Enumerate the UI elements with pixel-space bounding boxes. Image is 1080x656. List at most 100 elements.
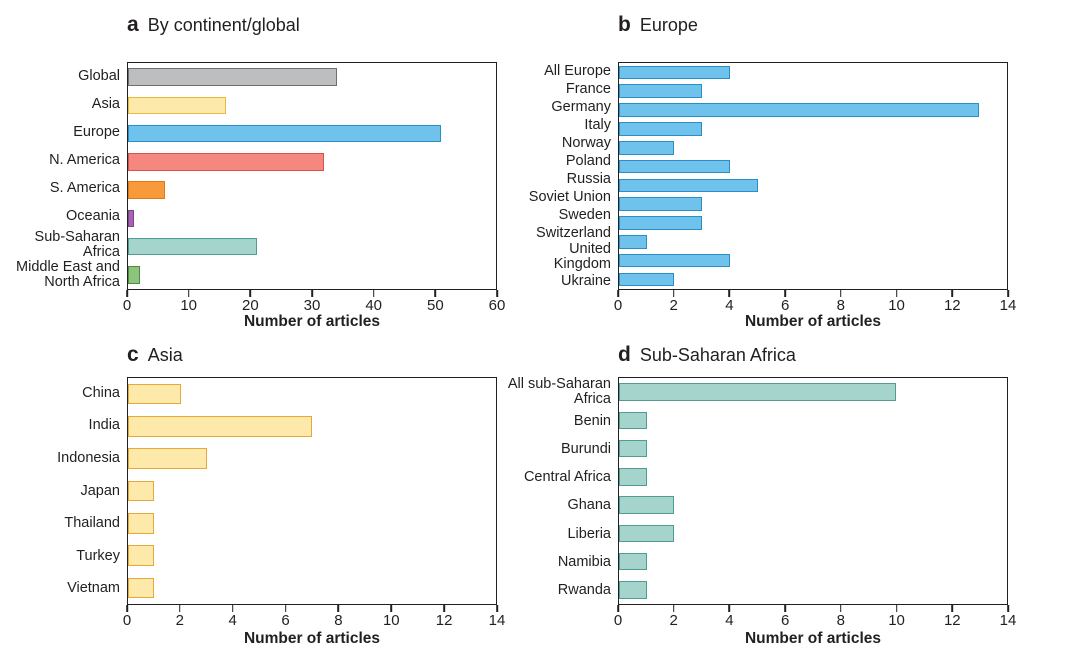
category-label: Namibia — [557, 554, 611, 571]
bar-row — [128, 410, 496, 442]
panel-d-title: Sub-Saharan Africa — [639, 345, 796, 365]
bar-liberia — [619, 524, 675, 543]
x-tick-label: 6 — [780, 297, 790, 314]
bar-row — [128, 572, 496, 604]
bar-ghana — [619, 496, 675, 514]
x-tick — [1007, 605, 1009, 612]
x-tick — [784, 290, 786, 297]
bar-row — [619, 548, 1007, 576]
panel-c: c Asia China India Indonesia Japan Thail… — [0, 344, 520, 656]
x-tick-label: 10 — [888, 612, 905, 629]
x-tick-label: 30 — [303, 297, 321, 314]
bar-row — [128, 233, 496, 261]
bar-row — [128, 176, 496, 204]
bar-row — [619, 435, 1007, 463]
x-tick — [337, 605, 340, 612]
panel-a: a By continent/global Global Asia Europe… — [0, 14, 520, 334]
x-tick-label: 6 — [281, 612, 290, 629]
bar-benin — [619, 411, 647, 430]
category-label: Turkey — [76, 547, 120, 564]
bar-row — [619, 82, 1007, 101]
x-tick-label: 20 — [241, 297, 259, 314]
panel-c-plot-area — [127, 377, 497, 605]
category-label: Ukraine — [561, 272, 611, 289]
bar-row — [128, 120, 496, 148]
category-label: Burundi — [561, 440, 611, 457]
panel-b-category-labels: All Europe France Germany Italy Norway P… — [508, 62, 618, 290]
bar-all-europe — [619, 65, 730, 80]
bar-row — [128, 91, 496, 119]
bar-row — [619, 214, 1007, 233]
category-label: Russia — [566, 170, 611, 187]
panel-c-bars — [128, 378, 496, 604]
bar-norway — [619, 140, 675, 155]
x-tick — [951, 605, 954, 612]
bar-indonesia — [128, 448, 207, 470]
bar-burundi — [619, 439, 647, 458]
x-tick-label: 0 — [122, 612, 132, 629]
bar-row — [128, 261, 496, 289]
x-tick — [249, 290, 252, 297]
x-tick — [672, 605, 675, 612]
bar-united-kingdom — [619, 253, 730, 268]
category-label: N. America — [49, 151, 120, 168]
bar-row — [619, 251, 1007, 270]
bar-row — [619, 463, 1007, 491]
bar-row — [128, 148, 496, 176]
x-tick-label: 10 — [888, 297, 905, 314]
bar-row — [619, 378, 1007, 406]
x-tick-label: 10 — [382, 612, 400, 629]
category-label: Global — [78, 67, 120, 84]
category-label: Liberia — [567, 525, 611, 542]
bar-sweden — [619, 216, 703, 230]
x-tick-label: 8 — [836, 297, 846, 314]
panel-b: b Europe All Europe France Germany Italy… — [520, 14, 1080, 334]
category-label: Italy — [584, 116, 611, 133]
bar-turkey — [128, 545, 155, 566]
x-tick-label: 2 — [669, 612, 678, 629]
x-tick-label: 0 — [122, 297, 132, 314]
x-tick-label: 4 — [725, 297, 734, 314]
x-tick — [728, 290, 731, 297]
category-label: All Europe — [544, 62, 611, 79]
x-tick — [434, 290, 437, 297]
bar-italy — [619, 122, 703, 136]
category-label: Sweden — [558, 206, 611, 223]
bar-poland — [619, 159, 730, 174]
category-label: Germany — [551, 98, 611, 115]
panel-b-header: b Europe — [618, 14, 698, 36]
bar-s-america — [128, 181, 165, 199]
category-label: Rwanda — [557, 582, 611, 599]
panel-a-category-labels: Global Asia Europe N. America S. America… — [0, 62, 127, 290]
bar-soviet-union — [619, 197, 703, 211]
bar-india — [128, 416, 312, 437]
x-tick-label: 12 — [435, 612, 453, 629]
bar-row — [128, 539, 496, 571]
panel-a-axis-title: Number of articles — [243, 313, 381, 330]
x-tick-label: 10 — [180, 297, 197, 314]
x-tick — [617, 290, 619, 297]
bar-row — [619, 491, 1007, 519]
category-label: Benin — [573, 412, 611, 429]
x-tick — [443, 605, 445, 612]
bar-row — [128, 507, 496, 539]
bar-germany — [619, 103, 980, 117]
x-tick — [895, 290, 898, 297]
bar-row — [619, 157, 1007, 176]
x-tick-label: 8 — [836, 612, 846, 629]
category-label: Japan — [80, 482, 120, 499]
x-tick — [311, 290, 313, 297]
x-tick-label: 12 — [943, 612, 961, 629]
bar-ukraine — [619, 272, 675, 287]
bar-japan — [128, 480, 155, 502]
x-tick — [496, 605, 498, 612]
x-tick — [231, 605, 234, 612]
bar-china — [128, 383, 181, 405]
bar-row — [619, 176, 1007, 195]
bar-europe — [128, 124, 441, 143]
x-tick-label: 4 — [228, 612, 237, 629]
x-tick — [179, 605, 181, 612]
x-tick — [126, 290, 128, 297]
panel-a-bars — [128, 63, 496, 289]
category-label: Poland — [565, 152, 611, 169]
